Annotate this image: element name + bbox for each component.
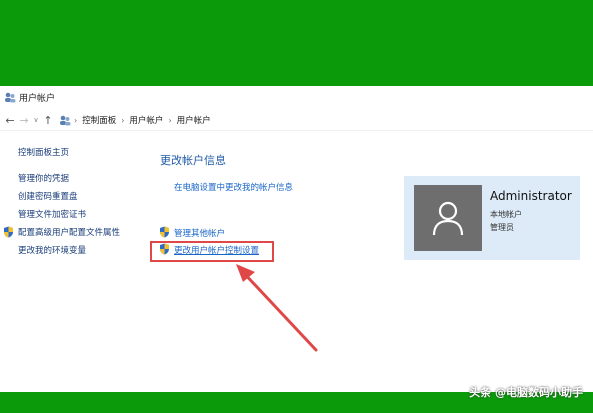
left-nav-advanced-profile-properties[interactable]: 配置高级用户配置文件属性 [18, 226, 120, 238]
title-bar: 用户帐户 [0, 86, 593, 108]
avatar [414, 185, 482, 251]
main-heading: 更改帐户信息 [160, 154, 226, 167]
left-nav-manage-credentials[interactable]: 管理你的凭据 [18, 172, 69, 184]
forward-arrow-icon[interactable]: → [17, 114, 31, 127]
breadcrumb-user-accounts[interactable]: 用户帐户 [129, 114, 163, 126]
watermark-caption: 头条 @电脑数码小助手 [469, 386, 583, 399]
users-icon [60, 115, 71, 126]
breadcrumb-separator: › [168, 115, 172, 125]
uac-settings-link[interactable]: 更改用户帐户控制设置 [174, 244, 259, 256]
pc-settings-link[interactable]: 在电脑设置中更改我的帐户信息 [174, 181, 293, 193]
left-nav-control-panel-home[interactable]: 控制面板主页 [18, 146, 69, 158]
control-panel-window: 用户帐户 ← → ∨ ↑ › 控制面板 › 用户帐户 › 用户帐户 控制面板主页… [0, 86, 593, 392]
recent-locations-icon[interactable]: ∨ [31, 116, 41, 124]
breadcrumb-separator: › [121, 115, 125, 125]
left-nav-password-reset-disk[interactable]: 创建密码重置盘 [18, 190, 78, 202]
shield-icon [160, 226, 169, 238]
left-nav-file-encryption-certs[interactable]: 管理文件加密证书 [18, 208, 86, 220]
manage-other-accounts-link[interactable]: 管理其他帐户 [174, 227, 225, 239]
left-nav-environment-variables[interactable]: 更改我的环境变量 [18, 244, 86, 256]
shield-icon [4, 226, 13, 238]
watermark-logo-text: 路由器 [505, 359, 559, 379]
window-title: 用户帐户 [19, 93, 56, 104]
breadcrumb-user-accounts-current[interactable]: 用户帐户 [177, 114, 211, 126]
breadcrumb-control-panel[interactable]: 控制面板 [82, 114, 116, 126]
user-silhouette-icon [432, 201, 464, 236]
router-logo-icon [480, 352, 502, 374]
user-account-card: Administrator 本地帐户 管理员 [404, 176, 580, 260]
user-name: Administrator [490, 189, 572, 203]
address-bar: ← → ∨ ↑ › 控制面板 › 用户帐户 › 用户帐户 [0, 110, 593, 131]
users-icon [5, 92, 16, 103]
shield-icon [160, 243, 169, 255]
background-top [0, 0, 593, 86]
up-arrow-icon[interactable]: ↑ [41, 114, 55, 127]
breadcrumb-separator: › [74, 115, 78, 125]
back-arrow-icon[interactable]: ← [3, 114, 17, 127]
user-role: 管理员 [490, 223, 514, 232]
user-account-type: 本地帐户 [490, 210, 522, 219]
